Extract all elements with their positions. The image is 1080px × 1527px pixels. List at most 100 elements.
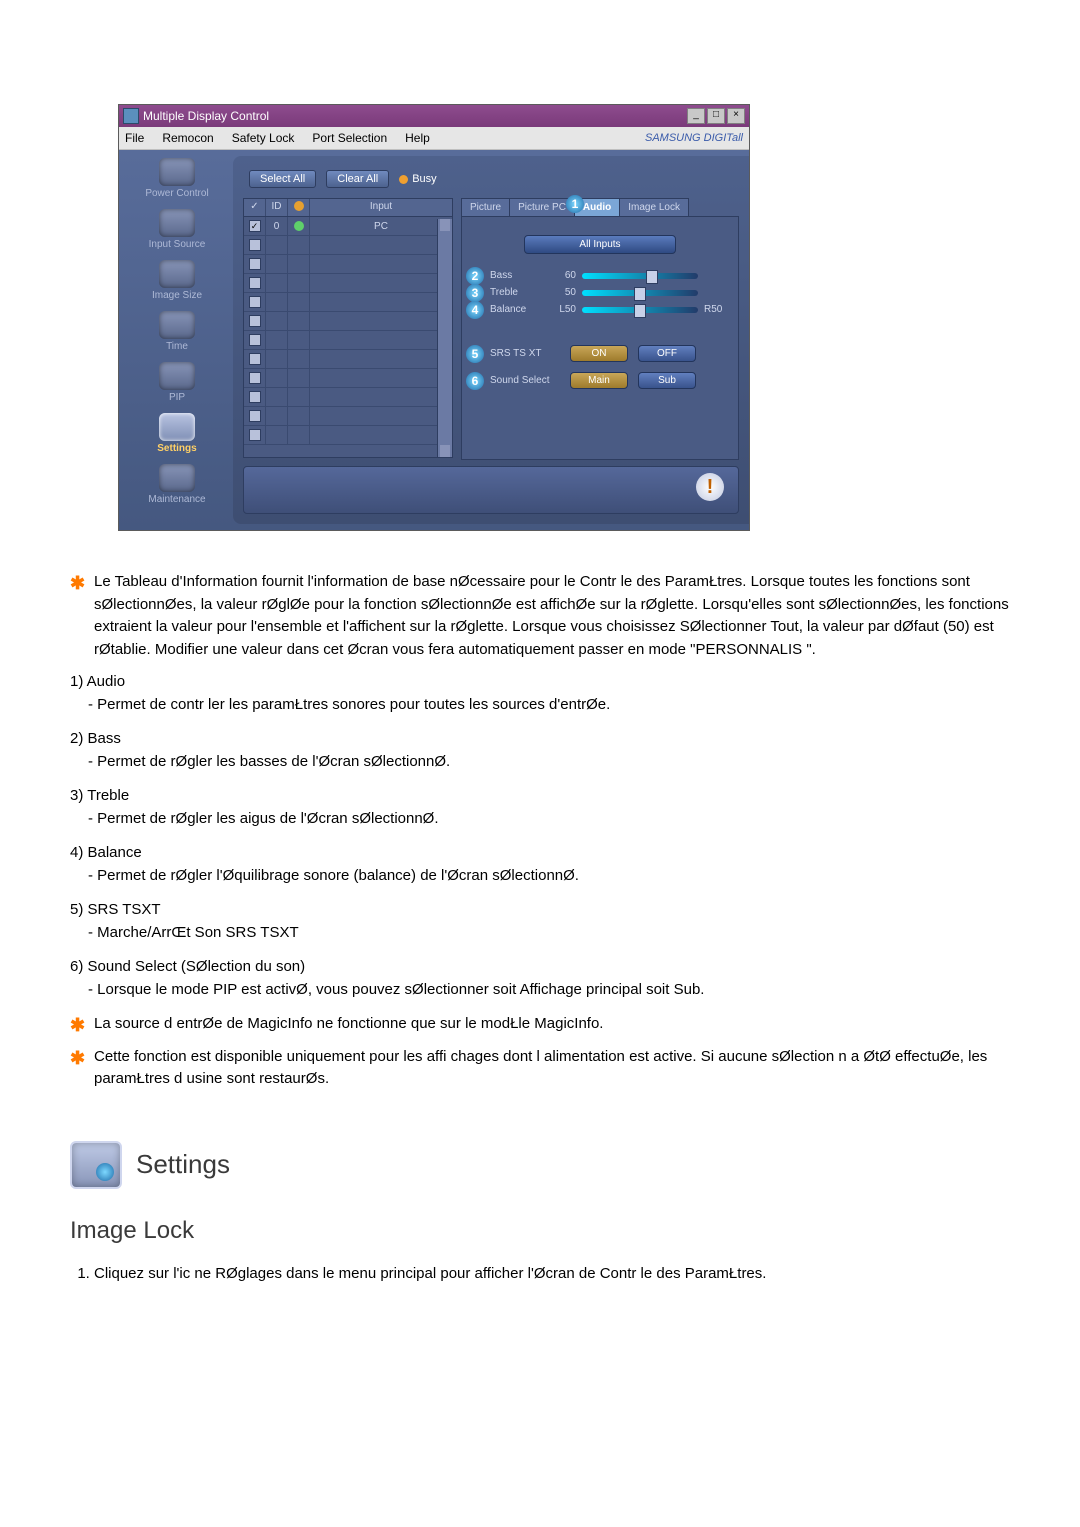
menu-help[interactable]: Help bbox=[405, 131, 430, 145]
minimize-button[interactable]: _ bbox=[687, 108, 705, 124]
checkbox-icon[interactable] bbox=[249, 277, 261, 289]
checkbox-icon[interactable] bbox=[249, 372, 261, 384]
item-body: Permet de rØgler les aigus de l'Øcran sØ… bbox=[88, 808, 1010, 831]
list-row[interactable] bbox=[244, 255, 452, 274]
sidebar-item-time[interactable]: Time bbox=[125, 309, 229, 358]
list-row[interactable] bbox=[244, 369, 452, 388]
clear-all-button[interactable]: Clear All bbox=[326, 170, 389, 188]
list-row[interactable] bbox=[244, 426, 452, 445]
all-inputs-button[interactable]: All Inputs bbox=[524, 235, 676, 254]
list-row[interactable] bbox=[244, 388, 452, 407]
list-row[interactable] bbox=[244, 331, 452, 350]
list-row[interactable] bbox=[244, 312, 452, 331]
slider-value: 50 bbox=[548, 287, 576, 298]
slider-value: 60 bbox=[548, 270, 576, 281]
item-head: 1) Audio bbox=[70, 671, 1010, 694]
checkbox-icon[interactable] bbox=[249, 353, 261, 365]
select-all-button[interactable]: Select All bbox=[249, 170, 316, 188]
menu-port-selection[interactable]: Port Selection bbox=[312, 131, 387, 145]
input-icon bbox=[159, 209, 195, 237]
display-list[interactable]: ✓ ID Input 0 PC bbox=[243, 198, 453, 458]
vertical-scrollbar[interactable] bbox=[437, 219, 452, 457]
sidebar-item-power-control[interactable]: Power Control bbox=[125, 156, 229, 205]
time-icon bbox=[159, 311, 195, 339]
slider-balance[interactable]: 4 Balance L50 R50 bbox=[470, 304, 730, 315]
tab-image-lock[interactable]: Image Lock bbox=[619, 198, 689, 216]
list-row[interactable] bbox=[244, 293, 452, 312]
slider-right-label: R50 bbox=[704, 304, 730, 315]
checkbox-icon[interactable] bbox=[249, 391, 261, 403]
sidebar-item-input-source[interactable]: Input Source bbox=[125, 207, 229, 256]
checkbox-icon[interactable] bbox=[249, 315, 261, 327]
maximize-button[interactable]: □ bbox=[707, 108, 725, 124]
tab-audio[interactable]: 1 Audio bbox=[574, 198, 620, 216]
menu-safety-lock[interactable]: Safety Lock bbox=[232, 131, 295, 145]
star-icon: ✱ bbox=[70, 1048, 86, 1091]
sidebar-item-maintenance[interactable]: Maintenance bbox=[125, 462, 229, 511]
busy-label: Busy bbox=[412, 173, 436, 185]
app-window: Multiple Display Control _ □ × File Remo… bbox=[118, 104, 750, 531]
checkbox-icon[interactable] bbox=[249, 239, 261, 251]
list-row[interactable] bbox=[244, 236, 452, 255]
callout-badge-3: 3 bbox=[466, 284, 484, 302]
item-balance: 4) Balance Permet de rØgler l'Øquilibrag… bbox=[70, 842, 1010, 887]
sound-main-button[interactable]: Main bbox=[570, 372, 628, 389]
sidebar-item-label: Settings bbox=[125, 443, 229, 454]
slider-treble[interactable]: 3 Treble 50 bbox=[470, 287, 730, 298]
slider-track[interactable] bbox=[582, 307, 698, 313]
menu-file[interactable]: File bbox=[125, 131, 144, 145]
item-body: Lorsque le mode PIP est activØ, vous pou… bbox=[88, 979, 1010, 1002]
slider-track[interactable] bbox=[582, 273, 698, 279]
list-header: ✓ ID Input bbox=[244, 199, 452, 217]
toggle-label: SRS TS XT bbox=[490, 348, 560, 359]
item-body: Permet de contr ler les paramŁtres sonor… bbox=[88, 694, 1010, 717]
titlebar[interactable]: Multiple Display Control _ □ × bbox=[119, 105, 749, 127]
list-row[interactable] bbox=[244, 350, 452, 369]
item-treble: 3) Treble Permet de rØgler les aigus de … bbox=[70, 785, 1010, 830]
window-title: Multiple Display Control bbox=[143, 109, 687, 123]
list-row[interactable] bbox=[244, 274, 452, 293]
slider-thumb[interactable] bbox=[634, 304, 646, 318]
sidebar-item-label: Image Size bbox=[125, 290, 229, 301]
tab-picture-pc[interactable]: Picture PC bbox=[509, 198, 575, 216]
list-row[interactable]: 0 PC bbox=[244, 217, 452, 236]
busy-indicator: Busy bbox=[399, 173, 436, 185]
callout-badge-2: 2 bbox=[466, 267, 484, 285]
slider-track[interactable] bbox=[582, 290, 698, 296]
sidebar-item-settings[interactable]: Settings bbox=[125, 411, 229, 460]
item-head: 5) SRS TSXT bbox=[70, 899, 1010, 922]
checkbox-icon[interactable] bbox=[249, 334, 261, 346]
sidebar-item-label: Time bbox=[125, 341, 229, 352]
sidebar-item-image-size[interactable]: Image Size bbox=[125, 258, 229, 307]
menu-remocon[interactable]: Remocon bbox=[162, 131, 213, 145]
settings-heading: Settings bbox=[70, 1141, 1010, 1189]
list-row[interactable] bbox=[244, 407, 452, 426]
slider-label: Bass bbox=[490, 270, 542, 281]
srs-off-button[interactable]: OFF bbox=[638, 345, 696, 362]
checkbox-icon[interactable] bbox=[249, 296, 261, 308]
checkbox-icon[interactable] bbox=[249, 220, 261, 232]
slider-thumb[interactable] bbox=[634, 287, 646, 301]
callout-badge-1: 1 bbox=[566, 195, 584, 213]
slider-thumb[interactable] bbox=[646, 270, 658, 284]
item-body: Permet de rØgler les basses de l'Øcran s… bbox=[88, 751, 1010, 774]
checkbox-icon[interactable] bbox=[249, 258, 261, 270]
note-power-active: ✱ Cette fonction est disponible uniqueme… bbox=[70, 1046, 1010, 1091]
callout-badge-4: 4 bbox=[466, 301, 484, 319]
tab-audio-label: Audio bbox=[583, 202, 611, 213]
sidebar-item-label: Input Source bbox=[125, 239, 229, 250]
sidebar-item-pip[interactable]: PIP bbox=[125, 360, 229, 409]
srs-on-button[interactable]: ON bbox=[570, 345, 628, 362]
item-head: 6) Sound Select (SØlection du son) bbox=[70, 956, 1010, 979]
sound-sub-button[interactable]: Sub bbox=[638, 372, 696, 389]
checkbox-icon[interactable] bbox=[249, 429, 261, 441]
note-text: Le Tableau d'Information fournit l'infor… bbox=[94, 571, 1010, 661]
close-button[interactable]: × bbox=[727, 108, 745, 124]
checkbox-icon[interactable] bbox=[249, 410, 261, 422]
busy-dot-icon bbox=[399, 175, 408, 184]
slider-bass[interactable]: 2 Bass 60 bbox=[470, 270, 730, 281]
item-head: 3) Treble bbox=[70, 785, 1010, 808]
status-active-icon bbox=[294, 221, 304, 231]
document-text: ✱ Le Tableau d'Information fournit l'inf… bbox=[70, 571, 1010, 1285]
tab-picture[interactable]: Picture bbox=[461, 198, 510, 216]
